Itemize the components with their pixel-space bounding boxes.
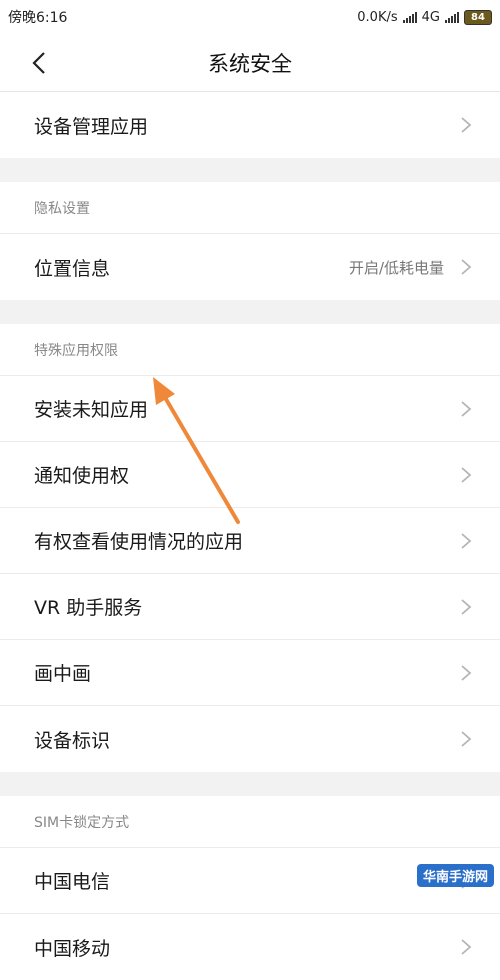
row-label: 通知使用权 [34,465,130,487]
signal-icon-2 [445,11,459,23]
section-gap [0,158,500,182]
status-indicators: 0.0K/s 4G 84 [357,9,492,25]
row-label: 有权查看使用情况的应用 [34,531,244,553]
signal-icon [402,11,417,23]
row-device-identifiers[interactable]: 设备标识 [0,706,500,772]
row-location[interactable]: 位置信息 开启/低耗电量 [0,234,500,300]
row-label: 中国电信 [34,871,111,893]
network-type: 4G [421,9,440,25]
row-picture-in-picture[interactable]: 画中画 [0,640,500,706]
settings-group: 设备管理应用 [0,92,500,158]
title-bar: 系统安全 [0,34,500,92]
status-bar: 傍晚6:16 0.0K/s 4G 84 [0,0,500,34]
chevron-right-icon [461,400,472,417]
row-label: 位置信息 [34,257,111,280]
section-header-privacy: 隐私设置 [0,182,500,234]
watermark-logo: 华南手游网 [416,864,494,887]
chevron-right-icon [461,532,472,549]
row-device-admin-apps[interactable]: 设备管理应用 [0,92,500,158]
status-time: 傍晚6:16 [8,10,68,26]
sim-lock-group: SIM卡锁定方式 中国电信 中国移动 [0,796,500,980]
row-vr-helper[interactable]: VR 助手服务 [0,574,500,640]
chevron-left-icon [32,52,45,74]
row-label: 画中画 [34,663,92,685]
row-label: 中国移动 [34,937,111,960]
row-china-mobile[interactable]: 中国移动 [0,914,500,980]
chevron-right-icon [461,598,472,615]
row-right: 开启/低耗电量 [349,257,472,278]
row-label: 设备管理应用 [34,115,149,138]
row-label: 设备标识 [34,729,111,752]
battery-icon: 84 [464,9,492,25]
section-gap [0,772,500,796]
row-label: VR 助手服务 [34,597,143,619]
special-permissions-group: 特殊应用权限 安装未知应用 通知使用权 有权查看使用情况的应用 VR 助手服务 … [0,324,500,772]
section-header-special-permissions: 特殊应用权限 [0,324,500,376]
section-header-sim-lock: SIM卡锁定方式 [0,796,500,848]
net-speed: 0.0K/s [357,9,398,25]
privacy-group: 隐私设置 位置信息 开启/低耗电量 [0,182,500,300]
row-install-unknown-apps[interactable]: 安装未知应用 [0,376,500,442]
chevron-right-icon [461,117,472,133]
chevron-right-icon [461,259,472,275]
chevron-right-icon [461,466,472,483]
back-button[interactable] [24,48,54,78]
row-label: 安装未知应用 [34,399,149,421]
chevron-right-icon [461,939,472,955]
chevron-right-icon [461,664,472,681]
page-title: 系统安全 [208,51,292,76]
section-gap [0,300,500,324]
row-usage-access[interactable]: 有权查看使用情况的应用 [0,508,500,574]
row-notification-access[interactable]: 通知使用权 [0,442,500,508]
chevron-right-icon [461,731,472,747]
row-value: 开启/低耗电量 [348,258,444,277]
